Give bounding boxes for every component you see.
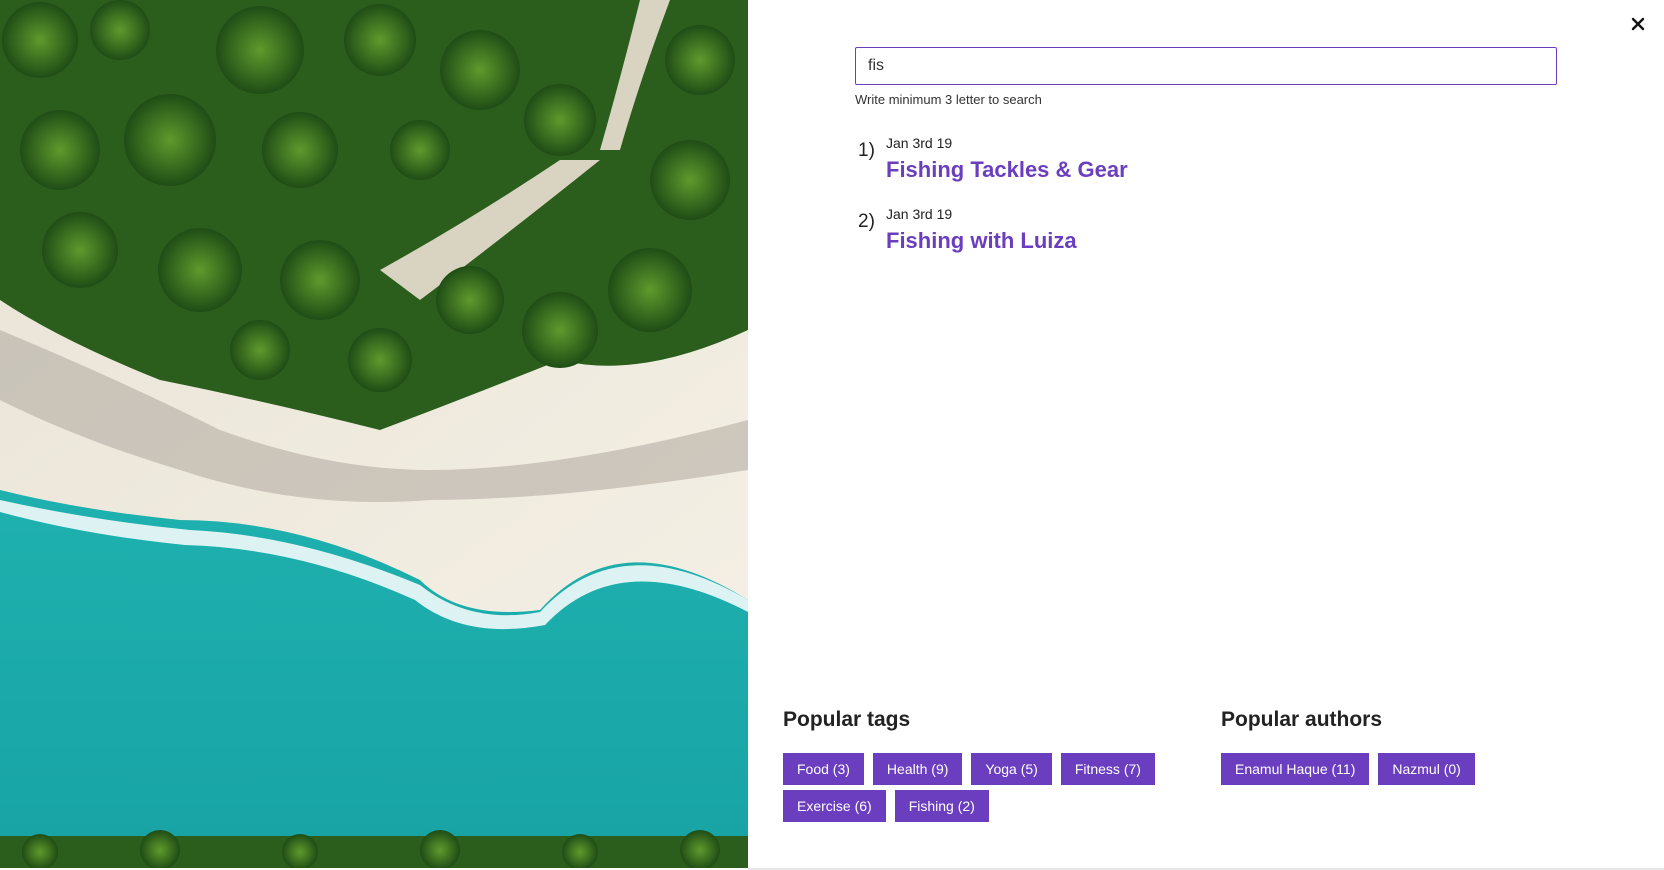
search-hint: Write minimum 3 letter to search: [855, 92, 1042, 107]
result-date: Jan 3rd 19: [886, 206, 953, 222]
popular-tags-section: Popular tags Food (3) Health (9) Yoga (5…: [783, 708, 1183, 822]
search-overlay: Write minimum 3 letter to search 1) Jan …: [0, 0, 1664, 870]
hero-image: [0, 0, 748, 868]
tag-chip[interactable]: Fitness (7): [1060, 753, 1155, 785]
tag-chip[interactable]: Fishing (2): [894, 790, 989, 822]
search-results: 1) Jan 3rd 19 Fishing Tackles & Gear 2) …: [858, 134, 1538, 276]
tag-chip[interactable]: Exercise (6): [783, 790, 886, 822]
popular-authors-section: Popular authors Enamul Haque (11) Nazmul…: [1221, 708, 1621, 785]
tag-chip[interactable]: Food (3): [783, 753, 864, 785]
popular-tags-heading: Popular tags: [783, 708, 911, 731]
tag-list: Food (3) Health (9) Yoga (5) Fitness (7)…: [783, 753, 1183, 822]
close-icon: [1631, 17, 1645, 31]
author-list: Enamul Haque (11) Nazmul (0): [1221, 753, 1621, 785]
result-item: 1) Jan 3rd 19 Fishing Tackles & Gear: [858, 134, 1538, 205]
tag-chip[interactable]: Health (9): [872, 753, 963, 785]
author-chip[interactable]: Enamul Haque (11): [1221, 753, 1370, 785]
result-number: 2): [858, 211, 875, 232]
tag-chip[interactable]: Yoga (5): [971, 753, 1052, 785]
search-panel: Write minimum 3 letter to search 1) Jan …: [748, 0, 1664, 868]
search-area: Write minimum 3 letter to search: [855, 47, 1557, 107]
aerial-beach-image: [0, 0, 748, 868]
close-button[interactable]: [1628, 14, 1648, 34]
search-input[interactable]: [855, 47, 1557, 85]
result-date: Jan 3rd 19: [886, 135, 953, 151]
result-item: 2) Jan 3rd 19 Fishing with Luiza: [858, 205, 1538, 276]
author-chip[interactable]: Nazmul (0): [1378, 753, 1475, 785]
result-number: 1): [858, 140, 875, 161]
result-title-link[interactable]: Fishing Tackles & Gear: [886, 157, 1538, 183]
popular-authors-heading: Popular authors: [1221, 708, 1383, 731]
result-title-link[interactable]: Fishing with Luiza: [886, 228, 1538, 254]
